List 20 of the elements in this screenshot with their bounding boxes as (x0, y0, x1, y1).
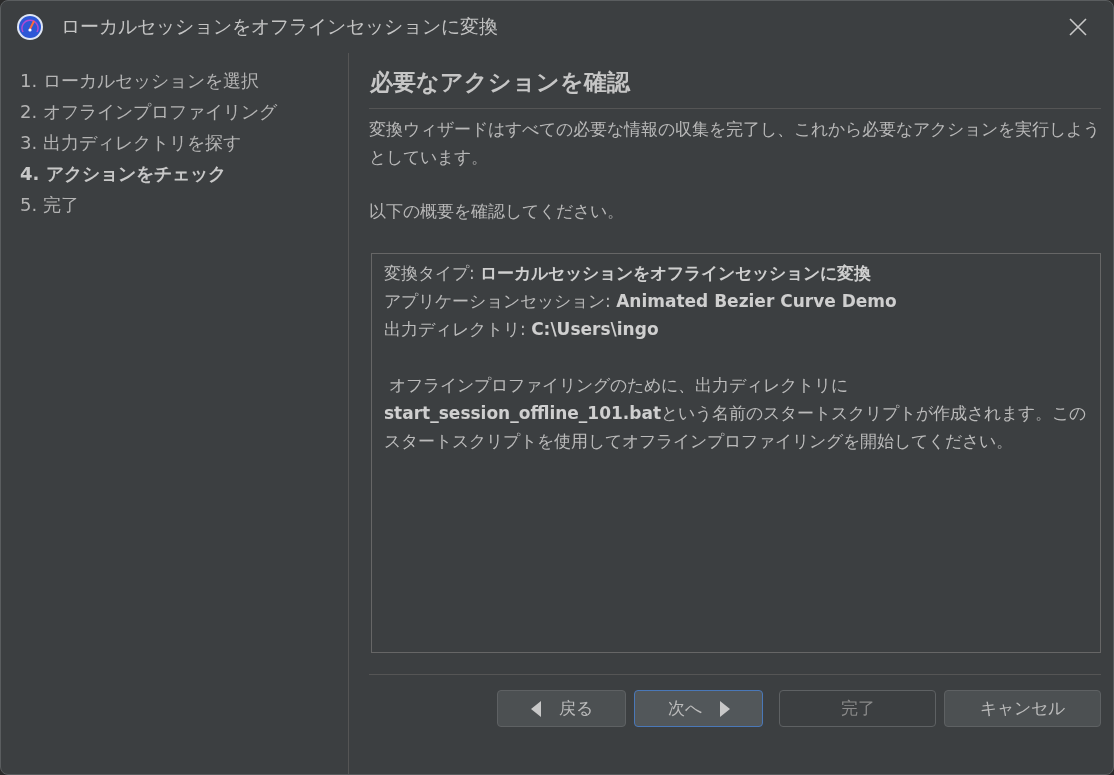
description-text: 以下の概要を確認してください。 (369, 200, 625, 223)
window-title: ローカルセッションをオフラインセッションに変換 (61, 14, 499, 39)
next-button[interactable]: 次へ (634, 690, 763, 727)
cancel-button[interactable]: キャンセル (944, 690, 1101, 727)
summary-line: 出力ディレクトリ: C:\Users\ingo (384, 318, 660, 341)
gauge-icon (16, 13, 44, 41)
wizard-step: 2. オフラインプロファイリング (20, 96, 348, 127)
summary-line: 変換タイプ: ローカルセッションをオフラインセッションに変換 (384, 262, 873, 285)
description-text: 変換ウィザードはすべての必要な情報の収集を完了し、これから必要なアクションを実行しようとしています。 (369, 118, 1101, 169)
wizard-step: 5. 完了 (20, 189, 348, 220)
wizard-step: 4. アクションをチェック (20, 158, 348, 189)
summary-line: アプリケーションセッション: Animated Bezier Curve Demo (384, 290, 898, 313)
close-icon (1069, 18, 1087, 36)
wizard-step: 3. 出力ディレクトリを探す (20, 127, 348, 158)
right-triangle-icon (719, 700, 730, 717)
summary-note: オフラインプロファイリングのために、出力ディレクトリにstart_session_offline_101.batという名前のスタートスクリプトが作成されます。このスタートスクリプトを使用してオフラインプロファイリングを開始してください。 (384, 374, 1088, 453)
back-button[interactable]: 戻る (497, 690, 626, 727)
left-triangle-icon (530, 700, 541, 717)
page-heading: 必要なアクションを確認 (369, 53, 1101, 109)
wizard-step: 1. ローカルセッションを選択 (20, 65, 348, 96)
